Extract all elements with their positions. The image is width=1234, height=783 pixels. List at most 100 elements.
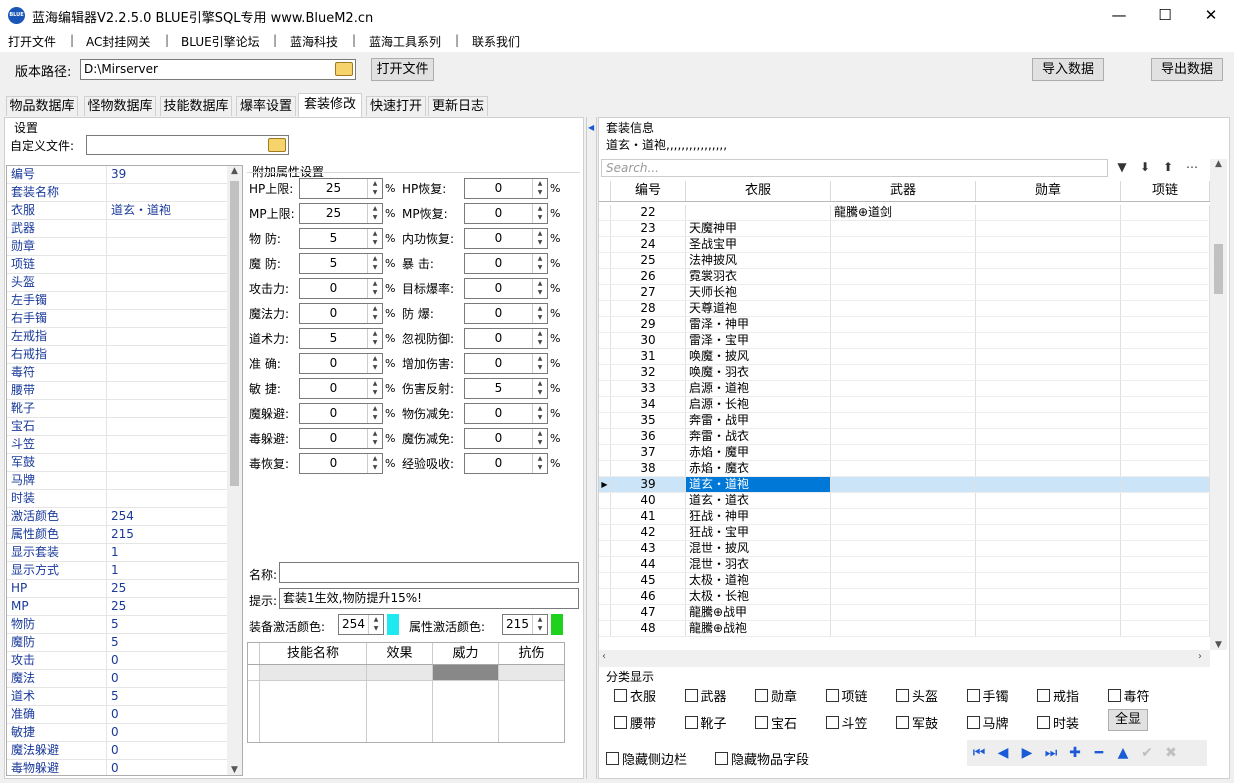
cell-medal[interactable] <box>976 461 1121 476</box>
checkbox-box[interactable] <box>1107 689 1121 702</box>
cell-cloth[interactable]: 混世・羽衣 <box>686 557 831 572</box>
cell-cloth[interactable]: 龍騰⊕战袍 <box>686 621 831 636</box>
cell-cloth[interactable]: 混世・披风 <box>686 541 831 556</box>
property-row[interactable]: 准确 0 <box>7 706 229 724</box>
cell-weapon[interactable] <box>831 333 976 348</box>
version-path-input[interactable]: D:\Mirserver <box>80 59 356 80</box>
scroll-left-icon[interactable]: ‹ <box>602 651 606 662</box>
checkbox-box[interactable] <box>684 716 698 729</box>
spinner-arrows-icon[interactable]: ▲ ▼ <box>367 454 382 473</box>
property-row[interactable]: 魔法 0 <box>7 670 229 688</box>
property-value[interactable] <box>107 220 229 237</box>
spinner-arrows-icon[interactable]: ▲ ▼ <box>532 204 547 223</box>
scroll-down-icon[interactable]: ▼ <box>227 765 242 775</box>
grid-row[interactable]: 41 狂战・神甲 <box>599 509 1210 525</box>
property-value[interactable] <box>107 382 229 399</box>
property-row[interactable]: MP 25 <box>7 598 229 616</box>
tab-quick-open[interactable]: 快速打开 <box>366 96 426 116</box>
property-value[interactable] <box>107 256 229 273</box>
cell-cloth[interactable]: 赤焰・魔甲 <box>686 445 831 460</box>
property-row[interactable]: 斗笠 <box>7 436 229 454</box>
cell-cloth[interactable]: 唤魔・羽衣 <box>686 365 831 380</box>
equip-color-spinner[interactable]: 254 ▲ ▼ <box>338 614 384 635</box>
folder-open-icon[interactable] <box>335 62 353 76</box>
col-header-weapon[interactable]: 武器 <box>831 181 976 201</box>
property-value[interactable]: 5 <box>107 616 229 633</box>
spinner-arrows-icon[interactable]: ▲ ▼ <box>367 329 382 348</box>
category-checkbox[interactable]: 戒指 <box>1037 686 1079 705</box>
cell-weapon[interactable] <box>831 381 976 396</box>
grid-row[interactable]: 22 龍騰⊕道剑 <box>599 205 1210 221</box>
cell-cloth[interactable]: 唤魔・披风 <box>686 349 831 364</box>
menu-open-file[interactable]: 打开文件 <box>8 33 56 50</box>
cell-cloth[interactable]: 雷泽・宝甲 <box>686 333 831 348</box>
tab-suit-edit[interactable]: 套装修改 <box>298 93 362 117</box>
cell-id[interactable]: 28 <box>611 301 686 316</box>
property-value[interactable] <box>107 346 229 363</box>
collapse-arrow-icon[interactable]: ◀ <box>588 123 594 132</box>
category-checkbox[interactable]: 马牌 <box>966 713 1009 732</box>
cell-medal[interactable] <box>976 349 1121 364</box>
cell-id[interactable]: 24 <box>611 237 686 252</box>
spinner-arrows-icon[interactable]: ▲ ▼ <box>367 279 382 298</box>
cell-id[interactable]: 23 <box>611 221 686 236</box>
attr-spinner[interactable]: 0 ▲ ▼ <box>464 353 548 374</box>
grid-horizontal-scrollbar[interactable]: ‹ › <box>599 650 1210 667</box>
grid-row[interactable]: 25 法神披风 <box>599 253 1210 269</box>
open-file-button[interactable]: 打开文件 <box>371 58 434 81</box>
cell-medal[interactable] <box>976 317 1121 332</box>
property-row[interactable]: 军鼓 <box>7 454 229 472</box>
cell-necklace[interactable] <box>1121 605 1210 620</box>
cell-id[interactable]: 39 <box>611 477 686 492</box>
cell-cloth[interactable]: 奔雷・战衣 <box>686 429 831 444</box>
cell-id[interactable]: 34 <box>611 397 686 412</box>
grid-vertical-scrollbar[interactable]: ▲ ▼ <box>1210 159 1227 650</box>
property-row[interactable]: 属性颜色 215 <box>7 526 229 544</box>
col-header-id[interactable]: 编号 <box>611 181 686 201</box>
close-button[interactable]: ✕ <box>1188 0 1234 30</box>
cell-necklace[interactable] <box>1121 269 1210 284</box>
attr-spinner[interactable]: 0 ▲ ▼ <box>464 178 548 199</box>
cell-necklace[interactable] <box>1121 477 1210 492</box>
property-row[interactable]: 毒物躲避 0 <box>7 760 229 775</box>
property-row[interactable]: 衣服 道玄・道袍 <box>7 202 229 220</box>
cell-weapon[interactable] <box>831 317 976 332</box>
category-checkbox[interactable]: 宝石 <box>755 713 797 732</box>
cell-medal[interactable] <box>976 333 1121 348</box>
spinner-arrows-icon[interactable]: ▲ ▼ <box>367 404 382 423</box>
property-value[interactable] <box>107 364 229 381</box>
cell-necklace[interactable] <box>1121 493 1210 508</box>
property-row[interactable]: 右戒指 <box>7 346 229 364</box>
checkbox-box[interactable] <box>606 752 619 765</box>
cell-id[interactable]: 25 <box>611 253 686 268</box>
property-row[interactable]: 左戒指 <box>7 328 229 346</box>
spinner-arrows-icon[interactable]: ▲ ▼ <box>532 615 547 634</box>
cell-weapon[interactable] <box>831 397 976 412</box>
property-value[interactable]: 0 <box>107 670 229 687</box>
cell-id[interactable]: 30 <box>611 333 686 348</box>
cell-id[interactable]: 47 <box>611 605 686 620</box>
grid-row[interactable]: 33 启源・道袍 <box>599 381 1210 397</box>
prev-icon[interactable]: ◀ <box>991 743 1015 763</box>
grid-search-input[interactable]: Search... <box>601 159 1108 177</box>
cell-cloth[interactable]: 太极・道袍 <box>686 573 831 588</box>
grid-row[interactable]: 24 圣战宝甲 <box>599 237 1210 253</box>
category-checkbox[interactable]: 靴子 <box>684 713 727 732</box>
panel-splitter[interactable]: ◀ <box>586 117 597 779</box>
attr-spinner[interactable]: 5 ▲ ▼ <box>299 253 383 274</box>
cell-cloth[interactable]: 雷泽・神甲 <box>686 317 831 332</box>
property-value[interactable] <box>107 328 229 345</box>
property-row[interactable]: 勋章 <box>7 238 229 256</box>
scroll-thumb[interactable] <box>230 181 239 486</box>
cell-medal[interactable] <box>976 301 1121 316</box>
col-header-cloth[interactable]: 衣服 <box>686 181 831 201</box>
property-row[interactable]: 显示方式 1 <box>7 562 229 580</box>
cell-necklace[interactable] <box>1121 221 1210 236</box>
property-row[interactable]: 物防 5 <box>7 616 229 634</box>
filter-icon[interactable]: ▼ <box>1112 160 1132 174</box>
cell-medal[interactable] <box>976 413 1121 428</box>
suit-name-input[interactable] <box>279 562 579 583</box>
category-checkbox[interactable]: 斗笠 <box>825 713 868 732</box>
attr-spinner[interactable]: 0 ▲ ▼ <box>299 428 383 449</box>
cell-medal[interactable] <box>976 573 1121 588</box>
